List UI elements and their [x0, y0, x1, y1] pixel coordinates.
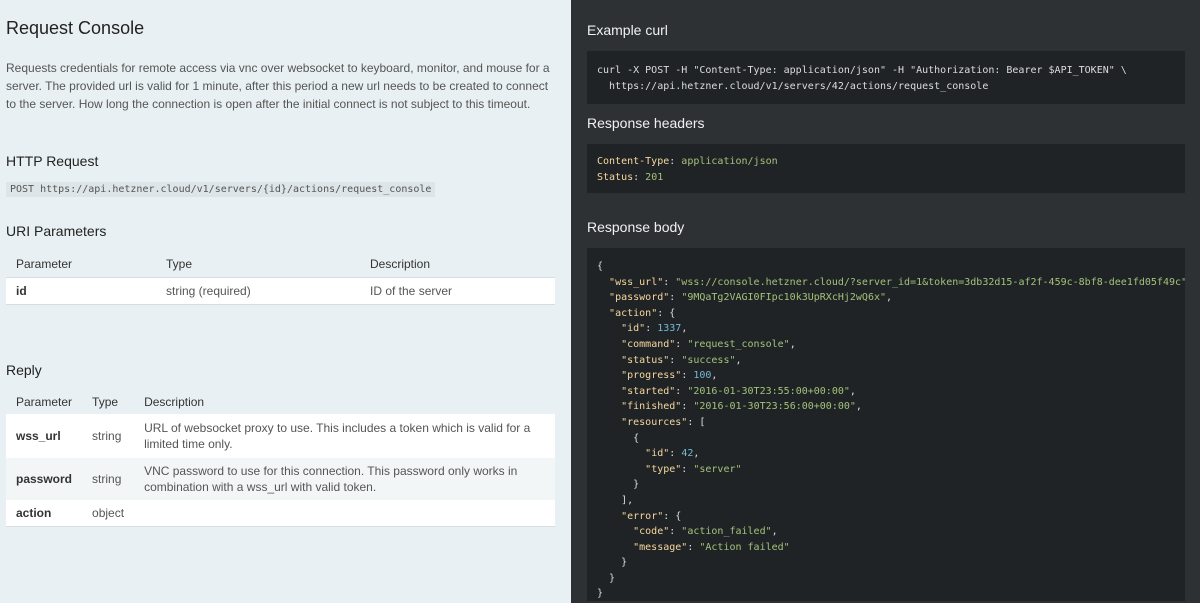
param-description: VNC password to use for this connection.… [134, 457, 555, 500]
response-headers-code-block[interactable]: Content-Type: application/json Status: 2… [587, 144, 1185, 193]
reply-heading: Reply [6, 361, 42, 378]
endpoint-url: POST https://api.hetzner.cloud/v1/server… [6, 182, 436, 197]
table-row: action object [6, 499, 555, 527]
endpoint-description: Requests credentials for remote access v… [6, 61, 550, 111]
curl-line-2: https://api.hetzner.cloud/v1/servers/42/… [597, 80, 989, 92]
param-type: object [82, 499, 135, 527]
param-description [134, 499, 555, 527]
param-description: ID of the server [360, 276, 555, 305]
json-value: "wss://console.hetzner.cloud/?server_id=… [675, 276, 1185, 288]
example-curl-heading: Example curl [587, 22, 668, 38]
header-value: 201 [645, 171, 664, 183]
reply-table: Parameter Type Description wss_url strin… [6, 390, 555, 527]
column-header-parameter: Parameter [16, 394, 73, 409]
examples-panel: Example curl curl -X POST -H "Content-Ty… [571, 0, 1200, 603]
page-title: Request Console [6, 18, 145, 38]
param-type: string [82, 457, 135, 500]
json-value: 42 [681, 448, 694, 460]
param-name: wss_url [6, 413, 83, 458]
response-headers-heading: Response headers [587, 115, 705, 131]
uri-parameters-table: Parameter Type Description id string (re… [6, 251, 555, 305]
param-name: action [6, 499, 83, 527]
table-row: id string (required) ID of the server [6, 276, 555, 305]
json-value: "action_failed" [681, 526, 772, 538]
param-name: password [6, 457, 83, 500]
column-header-parameter: Parameter [16, 256, 73, 271]
table-row: password string VNC password to use for … [6, 457, 555, 500]
column-header-description: Description [144, 394, 205, 409]
json-value: "2016-01-30T23:56:00+00:00" [693, 401, 856, 413]
json-value: "request_console" [687, 338, 790, 350]
header-value: application/json [681, 156, 778, 167]
response-body-code-block[interactable]: { "wss_url": "wss://console.hetzner.clou… [587, 248, 1185, 601]
json-value: "Action failed" [699, 541, 790, 553]
param-type: string (required) [156, 276, 360, 305]
uri-parameters-heading: URI Parameters [6, 223, 107, 239]
json-value: "success" [681, 354, 736, 366]
table-row: wss_url string URL of websocket proxy to… [6, 413, 555, 458]
curl-line-1: curl -X POST -H "Content-Type: applicati… [597, 65, 1127, 76]
column-header-type: Type [92, 394, 119, 409]
response-body-heading: Response body [587, 219, 685, 235]
column-header-type: Type [166, 256, 193, 271]
json-value: 1337 [657, 323, 682, 335]
header-key: Status [597, 171, 634, 183]
curl-code-block[interactable]: curl -X POST -H "Content-Type: applicati… [587, 51, 1185, 104]
param-description: URL of websocket proxy to use. This incl… [134, 413, 555, 458]
json-value: "9MQaTg2VAGI0FIpc10k3UpRXcHj2wQ6x" [681, 292, 887, 304]
param-type: string [82, 413, 135, 458]
json-value: "server" [693, 463, 742, 475]
column-header-description: Description [370, 256, 431, 271]
json-value: 100 [693, 370, 712, 382]
documentation-panel: Request Console Requests credentials for… [0, 0, 571, 603]
param-name: id [6, 276, 156, 305]
header-key: Content-Type [597, 156, 670, 167]
http-request-heading: HTTP Request [6, 153, 99, 169]
json-value: "2016-01-30T23:55:00+00:00" [687, 385, 850, 397]
